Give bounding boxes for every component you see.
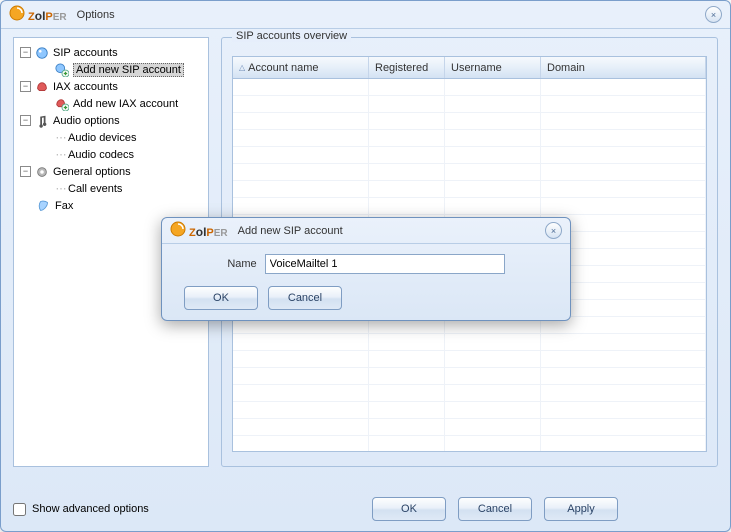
groupbox-title: SIP accounts overview: [232, 30, 351, 42]
expander-icon[interactable]: −: [20, 81, 31, 92]
tree-label: Fax: [55, 200, 73, 212]
advanced-checkbox[interactable]: Show advanced options: [13, 503, 149, 516]
tree-add-iax[interactable]: Add new IAX account: [18, 95, 204, 112]
table-row[interactable]: [233, 368, 706, 385]
tree-label: Add new IAX account: [73, 98, 178, 110]
advanced-label: Show advanced options: [32, 503, 149, 515]
cancel-button[interactable]: Cancel: [458, 497, 532, 521]
close-button[interactable]: ×: [705, 6, 722, 23]
table-row[interactable]: [233, 385, 706, 402]
table-row[interactable]: [233, 351, 706, 368]
tree-label: Audio options: [53, 115, 120, 127]
tree-general-options[interactable]: − General options: [18, 163, 204, 180]
phone-add-icon: [54, 62, 70, 78]
tree-audio-options[interactable]: − Audio options: [18, 112, 204, 129]
col-registered[interactable]: Registered: [369, 57, 445, 78]
table-row[interactable]: [233, 402, 706, 419]
dialog-close-button[interactable]: ×: [545, 222, 562, 239]
add-sip-dialog: ZoIPER Add new SIP account × Name OK Can…: [161, 217, 571, 321]
tree-connector: ⋯: [54, 182, 68, 195]
col-account-name[interactable]: △ Account name: [233, 57, 369, 78]
dialog-titlebar: ZoIPER Add new SIP account ×: [162, 218, 570, 244]
tree-label: Audio devices: [68, 132, 137, 144]
tree-label: Add new SIP account: [73, 63, 184, 77]
table-row[interactable]: [233, 79, 706, 96]
tree-label: Call events: [68, 183, 122, 195]
table-header: △ Account name Registered Username Domai…: [233, 57, 706, 79]
col-label: Username: [451, 62, 502, 74]
table-row[interactable]: [233, 334, 706, 351]
table-row[interactable]: [233, 113, 706, 130]
gear-icon: [34, 164, 50, 180]
app-logo: ZoIPER: [170, 221, 228, 240]
dialog-body: Name OK Cancel: [162, 244, 570, 320]
tree-connector: ⋯: [54, 148, 68, 161]
zoiper-icon: [9, 5, 25, 24]
table-row[interactable]: [233, 147, 706, 164]
apply-button[interactable]: Apply: [544, 497, 618, 521]
dialog-cancel-button[interactable]: Cancel: [268, 286, 342, 310]
col-username[interactable]: Username: [445, 57, 541, 78]
zoiper-icon: [170, 221, 186, 240]
window-title: Options: [77, 9, 115, 21]
logo-text: ZoIPER: [28, 7, 67, 23]
col-domain[interactable]: Domain: [541, 57, 706, 78]
tree-label: SIP accounts: [53, 47, 118, 59]
tree-add-sip[interactable]: Add new SIP account: [18, 61, 204, 78]
phone-red-icon: [34, 79, 50, 95]
tree-audio-devices[interactable]: ⋯ Audio devices: [18, 129, 204, 146]
col-label: Domain: [547, 62, 585, 74]
tree-connector: ⋯: [54, 131, 68, 144]
tree-audio-codecs[interactable]: ⋯ Audio codecs: [18, 146, 204, 163]
tree-call-events[interactable]: ⋯ Call events: [18, 180, 204, 197]
table-row[interactable]: [233, 96, 706, 113]
tree-label: IAX accounts: [53, 81, 118, 93]
expander-icon[interactable]: −: [20, 166, 31, 177]
table-row[interactable]: [233, 130, 706, 147]
music-note-icon: [34, 113, 50, 129]
table-row[interactable]: [233, 419, 706, 436]
phone-red-add-icon: [54, 96, 70, 112]
phone-icon: [34, 45, 50, 61]
col-label: Account name: [248, 62, 318, 74]
sort-asc-icon: △: [239, 63, 245, 72]
expander-icon[interactable]: −: [20, 47, 31, 58]
table-row[interactable]: [233, 198, 706, 215]
fax-icon: [36, 198, 52, 214]
logo-text: ZoIPER: [189, 223, 228, 239]
dialog-buttons: OK Cancel: [176, 286, 556, 310]
app-logo: ZoIPER: [9, 5, 67, 24]
name-field-row: Name: [176, 254, 556, 274]
tree-label: General options: [53, 166, 131, 178]
col-label: Registered: [375, 62, 428, 74]
table-row[interactable]: [233, 181, 706, 198]
dialog-ok-button[interactable]: OK: [184, 286, 258, 310]
tree-fax[interactable]: Fax: [18, 197, 204, 214]
ok-button[interactable]: OK: [372, 497, 446, 521]
tree-label: Audio codecs: [68, 149, 134, 161]
bottom-bar: Show advanced options OK Cancel Apply: [13, 497, 718, 521]
table-row[interactable]: [233, 164, 706, 181]
options-window: ZoIPER Options × − SIP accounts Add new …: [0, 0, 731, 532]
dialog-title: Add new SIP account: [238, 225, 343, 237]
bottom-buttons: OK Cancel Apply: [372, 497, 718, 521]
expander-icon[interactable]: −: [20, 115, 31, 126]
titlebar: ZoIPER Options ×: [1, 1, 730, 29]
tree-sip-accounts[interactable]: − SIP accounts: [18, 44, 204, 61]
tree-iax-accounts[interactable]: − IAX accounts: [18, 78, 204, 95]
table-row[interactable]: [233, 436, 706, 452]
advanced-checkbox-input[interactable]: [13, 503, 26, 516]
name-label: Name: [227, 258, 256, 270]
name-input[interactable]: [265, 254, 505, 274]
